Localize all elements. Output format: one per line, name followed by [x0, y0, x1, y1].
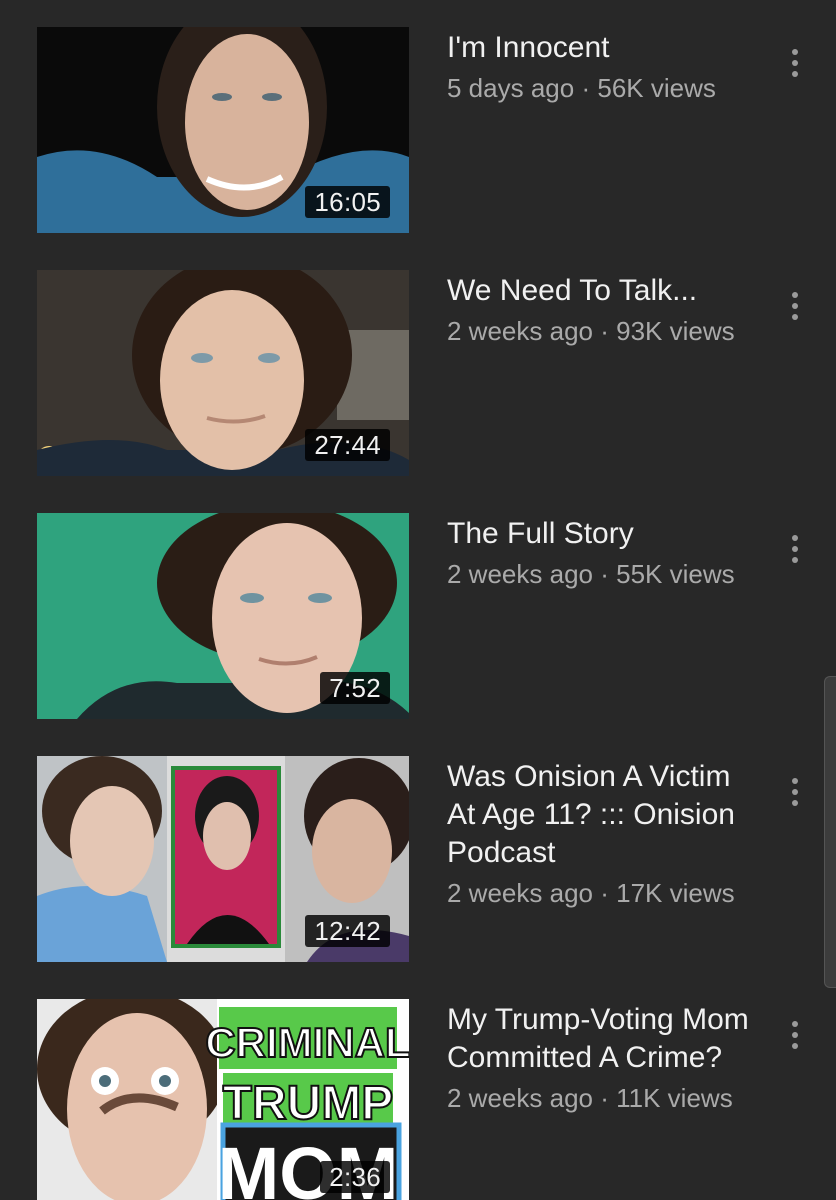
video-thumbnail[interactable]: 12:42	[37, 756, 409, 962]
video-meta: 2 weeks ago · 17K views	[447, 876, 759, 910]
video-thumbnail[interactable]: 16:05	[37, 27, 409, 233]
video-views: 93K views	[616, 316, 735, 346]
thumbnail-text-trump: TRUMP	[223, 1077, 394, 1130]
video-item[interactable]: 7:52 The Full Story 2 weeks ago · 55K vi…	[0, 513, 836, 719]
meta-separator: ·	[581, 73, 591, 103]
video-item[interactable]: 16:05 I'm Innocent 5 days ago · 56K view…	[0, 27, 836, 233]
more-vertical-icon[interactable]	[780, 1015, 810, 1055]
video-thumbnail[interactable]: 27:44	[37, 270, 409, 476]
meta-separator: ·	[600, 559, 609, 589]
video-age: 2 weeks ago	[447, 316, 593, 346]
more-vertical-icon[interactable]	[780, 772, 810, 812]
video-meta: 5 days ago · 56K views	[447, 71, 759, 105]
video-title[interactable]: My Trump-Voting Mom Committed A Crime?	[447, 1001, 759, 1077]
video-thumbnail[interactable]: CRIMINAL TRUMP MOM 2:36	[37, 999, 409, 1200]
video-info: I'm Innocent 5 days ago · 56K views	[447, 29, 759, 105]
meta-separator: ·	[600, 1083, 609, 1113]
video-title[interactable]: The Full Story	[447, 515, 759, 553]
video-views: 56K views	[597, 73, 716, 103]
video-title[interactable]: Was Onision A Victim At Age 11? ::: Onis…	[447, 758, 759, 872]
video-views: 11K views	[616, 1083, 733, 1113]
video-title[interactable]: We Need To Talk...	[447, 272, 759, 310]
video-age: 2 weeks ago	[447, 1083, 593, 1113]
video-info: Was Onision A Victim At Age 11? ::: Onis…	[447, 758, 759, 910]
video-duration: 27:44	[305, 429, 390, 461]
video-views: 17K views	[616, 878, 735, 908]
video-age: 5 days ago	[447, 73, 575, 103]
more-vertical-icon[interactable]	[780, 529, 810, 569]
video-info: The Full Story 2 weeks ago · 55K views	[447, 515, 759, 591]
scrollbar[interactable]	[824, 676, 836, 988]
more-vertical-icon[interactable]	[780, 286, 810, 326]
video-duration: 2:36	[320, 1161, 390, 1193]
video-list: 16:05 I'm Innocent 5 days ago · 56K view…	[0, 0, 836, 1200]
video-title[interactable]: I'm Innocent	[447, 29, 759, 67]
thumbnail-text-criminal: CRIMINAL	[205, 1019, 409, 1066]
video-info: My Trump-Voting Mom Committed A Crime? 2…	[447, 1001, 759, 1115]
video-views: 55K views	[616, 559, 735, 589]
video-duration: 12:42	[305, 915, 390, 947]
video-item[interactable]: 27:44 We Need To Talk... 2 weeks ago · 9…	[0, 270, 836, 476]
video-item[interactable]: 12:42 Was Onision A Victim At Age 11? ::…	[0, 756, 836, 962]
more-vertical-icon[interactable]	[780, 43, 810, 83]
video-meta: 2 weeks ago · 93K views	[447, 314, 759, 348]
meta-separator: ·	[600, 878, 609, 908]
video-item[interactable]: CRIMINAL TRUMP MOM 2:36 My Trump-Voting …	[0, 999, 836, 1200]
video-thumbnail[interactable]: 7:52	[37, 513, 409, 719]
video-meta: 2 weeks ago · 55K views	[447, 557, 759, 591]
video-duration: 16:05	[305, 186, 390, 218]
video-age: 2 weeks ago	[447, 878, 593, 908]
video-meta: 2 weeks ago · 11K views	[447, 1081, 759, 1115]
video-age: 2 weeks ago	[447, 559, 593, 589]
video-duration: 7:52	[320, 672, 390, 704]
meta-separator: ·	[600, 316, 609, 346]
video-info: We Need To Talk... 2 weeks ago · 93K vie…	[447, 272, 759, 348]
